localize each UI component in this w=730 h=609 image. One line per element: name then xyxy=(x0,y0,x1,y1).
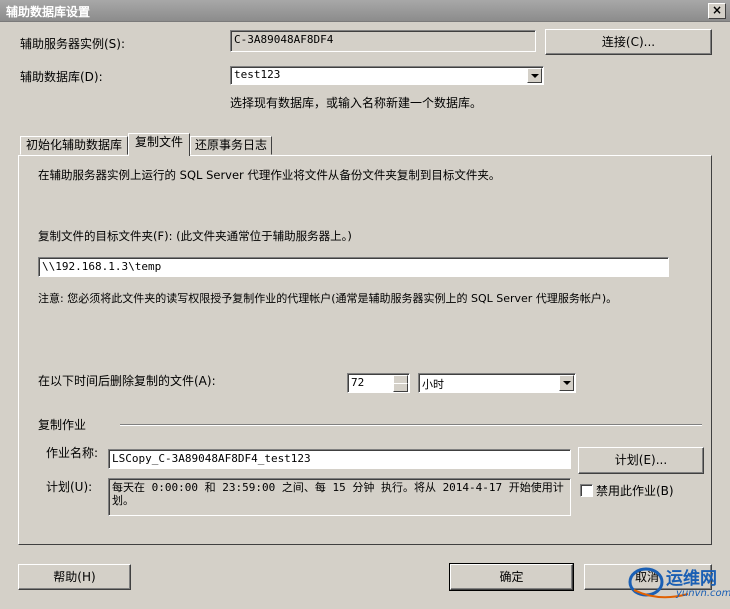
chevron-down-icon[interactable] xyxy=(559,375,574,391)
dest-folder-label: 复制文件的目标文件夹(F): (此文件夹通常位于辅助服务器上。) xyxy=(38,229,352,243)
disable-job-checkbox[interactable] xyxy=(580,484,593,497)
permission-note: 注意: 您必须将此文件夹的读写权限授予复制作业的代理帐户(通常是辅助服务器实例上… xyxy=(38,292,618,305)
server-instance-label: 辅助服务器实例(S): xyxy=(20,37,126,51)
server-instance-field: C-3A89048AF8DF4 xyxy=(230,30,536,52)
job-name-label: 作业名称: xyxy=(46,446,99,460)
dest-folder-input[interactable]: \\192.168.1.3\temp xyxy=(38,257,669,277)
delete-unit-value: 小时 xyxy=(422,378,444,391)
watermark-text: 运维网 xyxy=(666,569,717,589)
tab-copy-files[interactable]: 复制文件 xyxy=(128,133,190,156)
schedule-description: 每天在 0:00:00 和 23:59:00 之间、每 15 分钟 执行。将从 … xyxy=(108,478,571,516)
delete-after-value: 72 xyxy=(351,376,365,389)
job-name-input[interactable]: LSCopy_C-3A89048AF8DF4_test123 xyxy=(108,449,571,469)
connect-button[interactable]: 连接(C)... xyxy=(545,29,712,55)
spin-down-icon[interactable] xyxy=(393,383,408,392)
schedule-button[interactable]: 计划(E)... xyxy=(578,447,704,474)
schedule-label: 计划(U): xyxy=(46,480,93,494)
delete-after-label: 在以下时间后删除复制的文件(A): xyxy=(38,374,216,388)
database-hint: 选择现有数据库，或输入名称新建一个数据库。 xyxy=(230,96,483,110)
tab-initialize[interactable]: 初始化辅助数据库 xyxy=(20,136,128,155)
ok-button[interactable]: 确定 xyxy=(449,563,574,591)
delete-unit-select[interactable]: 小时 xyxy=(418,373,576,393)
copy-job-group-label: 复制作业 xyxy=(38,418,87,432)
database-select[interactable]: test123 xyxy=(230,66,544,85)
database-select-value: test123 xyxy=(234,68,281,81)
disable-job-label: 禁用此作业(B) xyxy=(596,484,674,498)
chevron-down-icon[interactable] xyxy=(527,68,542,83)
copy-description: 在辅助服务器实例上运行的 SQL Server 代理作业将文件从备份文件夹复制到… xyxy=(38,168,501,182)
watermark-sub: yunvn.com xyxy=(676,588,730,599)
database-label: 辅助数据库(D): xyxy=(20,70,103,84)
title-bar: 辅助数据库设置 × xyxy=(0,0,730,22)
tab-restore-log[interactable]: 还原事务日志 xyxy=(190,136,272,155)
close-button[interactable]: × xyxy=(708,3,726,19)
help-button[interactable]: 帮助(H) xyxy=(18,564,131,590)
group-divider xyxy=(120,424,702,426)
delete-after-stepper[interactable]: 72 xyxy=(347,373,410,393)
watermark-logo: 运维网 yunvn.com xyxy=(628,562,730,606)
window-title: 辅助数据库设置 xyxy=(6,5,91,19)
